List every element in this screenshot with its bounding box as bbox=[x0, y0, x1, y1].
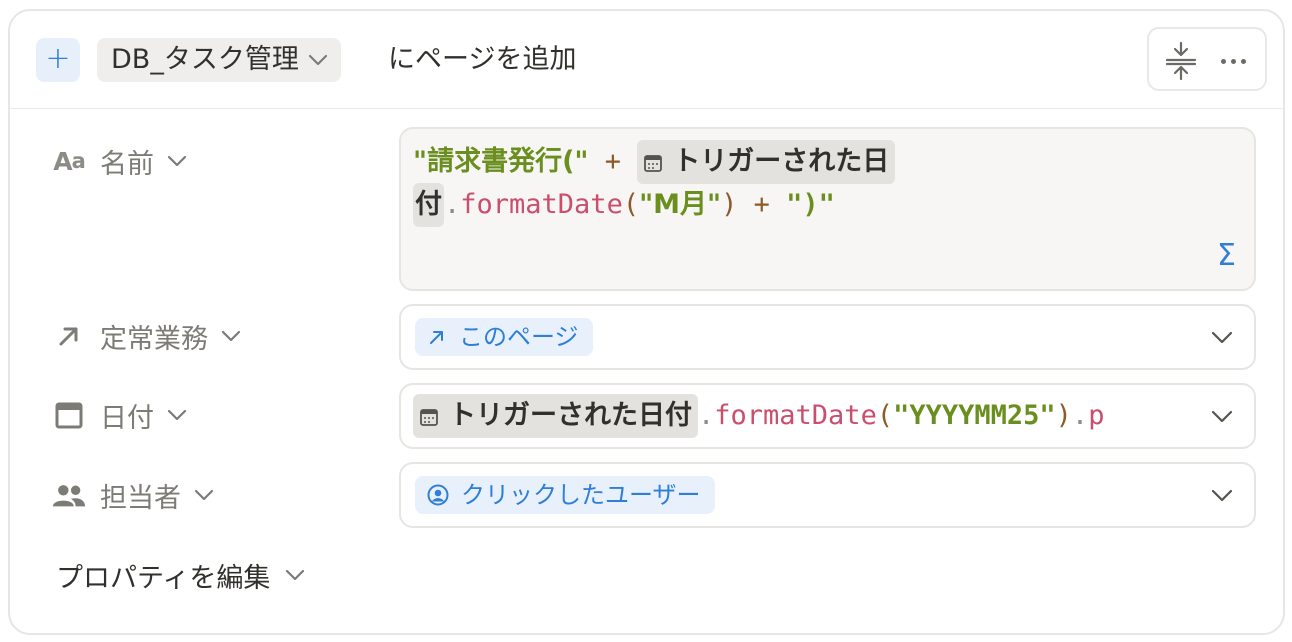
sigma-formula-icon[interactable]: Σ bbox=[1217, 238, 1236, 273]
property-assignee-text: 担当者 bbox=[100, 482, 181, 514]
edit-properties-button[interactable]: プロパティを編集 bbox=[56, 557, 306, 594]
formula-token-trigger-date[interactable]: トリガーされた日 bbox=[637, 140, 896, 184]
chevron-down-icon[interactable] bbox=[1210, 409, 1234, 425]
header-toolbar bbox=[1147, 27, 1267, 91]
chevron-down-icon bbox=[167, 409, 187, 421]
property-label-assignee[interactable]: 担当者 bbox=[52, 477, 215, 514]
chevron-down-icon bbox=[308, 54, 327, 66]
date-formula-field[interactable]: トリガーされた日付 .formatDate("YYYYMM25").p bbox=[399, 383, 1256, 449]
header-action-text: にページを追加 bbox=[388, 44, 577, 75]
database-selector[interactable]: DB_タスク管理 bbox=[97, 38, 341, 82]
relation-pill-this-page[interactable]: このページ bbox=[415, 318, 593, 356]
formula-line-2: 付.formatDate("M月") + ")" bbox=[413, 183, 835, 227]
collapse-vertical-icon[interactable] bbox=[1163, 41, 1199, 81]
add-button[interactable]: + bbox=[36, 38, 80, 82]
property-routine-text: 定常業務 bbox=[100, 323, 208, 355]
calendar-small-icon bbox=[420, 408, 438, 426]
person-pill-clicked-user[interactable]: クリックしたユーザー bbox=[415, 476, 715, 514]
arrow-up-right-icon bbox=[52, 321, 86, 351]
database-name: DB_タスク管理 bbox=[111, 44, 299, 75]
plus-icon: + bbox=[45, 41, 71, 76]
card-header: + DB_タスク管理 にページを追加 bbox=[10, 11, 1283, 109]
formula-line-1: "請求書発行(" + トリガーされた日 bbox=[413, 140, 896, 184]
name-formula-field[interactable]: "請求書発行(" + トリガーされた日 付.formatDate("M月") +… bbox=[399, 127, 1256, 291]
text-aa-icon: Aa bbox=[53, 146, 86, 176]
arrow-up-right-icon bbox=[427, 327, 447, 347]
chevron-down-icon bbox=[221, 330, 241, 342]
chevron-down-icon bbox=[167, 155, 187, 167]
chevron-down-icon[interactable] bbox=[1210, 488, 1234, 504]
date-formula-line: トリガーされた日付 .formatDate("YYYYMM25").p bbox=[413, 394, 1203, 438]
calendar-icon bbox=[52, 400, 86, 430]
property-label-routine[interactable]: 定常業務 bbox=[52, 318, 242, 355]
formula-token-trigger-date-cont[interactable]: 付 bbox=[413, 183, 444, 227]
property-label-date[interactable]: 日付 bbox=[52, 397, 188, 434]
chevron-down-icon bbox=[286, 569, 305, 581]
assignee-field[interactable]: クリックしたユーザー bbox=[399, 462, 1256, 528]
chevron-down-icon[interactable] bbox=[1210, 330, 1234, 346]
people-icon bbox=[52, 480, 86, 510]
user-circle-icon bbox=[427, 484, 449, 506]
formula-token-trigger-date[interactable]: トリガーされた日付 bbox=[413, 394, 698, 438]
property-name-text: 名前 bbox=[100, 148, 154, 180]
calendar-small-icon bbox=[644, 154, 663, 172]
more-horizontal-icon[interactable] bbox=[1221, 59, 1251, 64]
automation-add-page-card: + DB_タスク管理 にページを追加 Aa 名前 "請求書発行(" + トリガー… bbox=[8, 9, 1285, 635]
routine-field[interactable]: このページ bbox=[399, 304, 1256, 370]
property-label-name[interactable]: Aa 名前 bbox=[52, 143, 188, 180]
chevron-down-icon bbox=[194, 489, 214, 501]
property-date-text: 日付 bbox=[100, 402, 154, 434]
